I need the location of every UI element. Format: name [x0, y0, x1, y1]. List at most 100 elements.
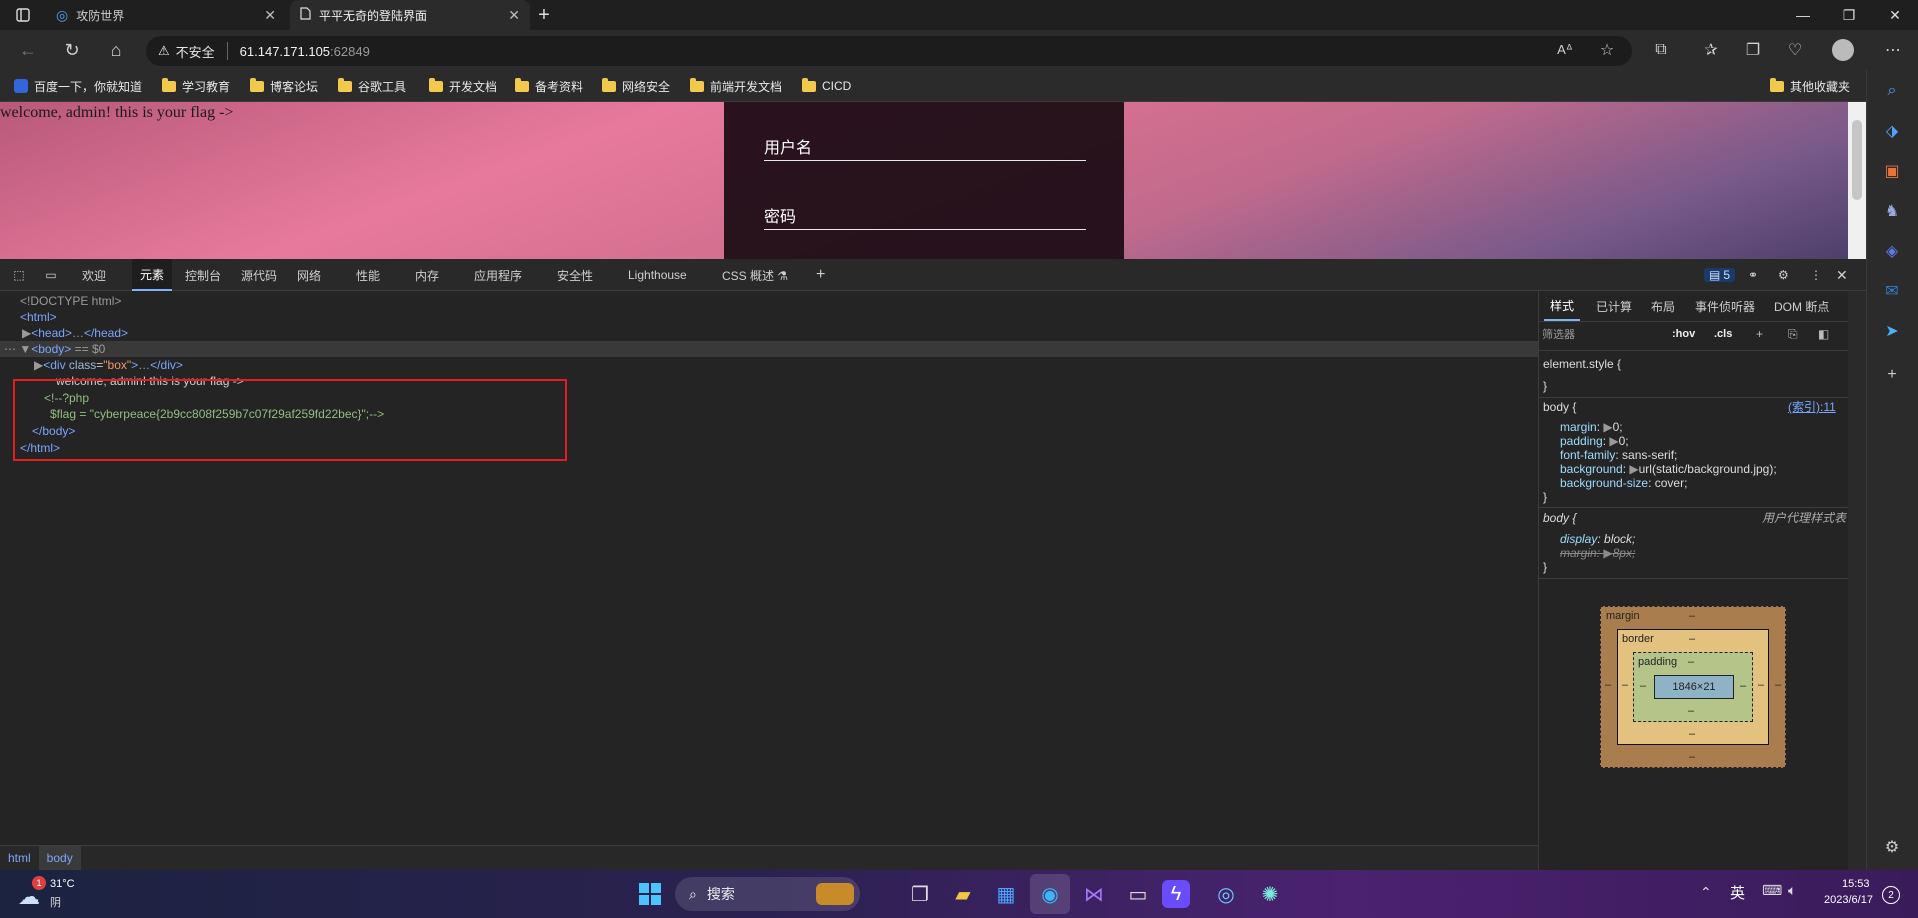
- drop-icon[interactable]: ➤: [1876, 316, 1908, 346]
- favorite-star-icon[interactable]: ☆: [1590, 30, 1624, 70]
- other-bookmarks[interactable]: 其他收藏夹: [1770, 70, 1850, 102]
- security-label[interactable]: 不安全: [176, 42, 215, 61]
- hov-toggle[interactable]: :hov: [1672, 324, 1695, 344]
- tab-event-listeners[interactable]: 事件侦听器: [1695, 291, 1755, 321]
- weather-desc[interactable]: 阴: [50, 894, 61, 910]
- tab-computed[interactable]: 已计算: [1596, 291, 1632, 321]
- expand-triangle-icon[interactable]: ▶: [22, 326, 31, 340]
- new-rule-icon[interactable]: +: [1756, 324, 1763, 344]
- tab-css-overview[interactable]: CSS 概述 ⚗: [722, 259, 788, 291]
- tray-overflow-icon[interactable]: ⌃: [1700, 884, 1712, 901]
- close-devtools-icon[interactable]: ✕: [1836, 259, 1848, 291]
- home-icon[interactable]: ⌂: [96, 30, 136, 70]
- bookmark-folder[interactable]: 学习教育: [162, 70, 230, 102]
- expand-triangle-icon[interactable]: ▶: [1603, 546, 1612, 560]
- tab-network[interactable]: 网络: [297, 259, 321, 291]
- taskbar-search[interactable]: ⌕ 搜索: [675, 877, 860, 911]
- games-icon[interactable]: ♞: [1876, 196, 1908, 226]
- expand-triangle-icon[interactable]: ▶: [34, 358, 43, 372]
- element-style-rule[interactable]: element.style {: [1543, 357, 1621, 371]
- url-host[interactable]: 61.147.171.105: [240, 44, 330, 59]
- clock-date[interactable]: 2023/6/17: [1824, 894, 1873, 906]
- settings-app-icon[interactable]: ✺: [1250, 874, 1290, 914]
- visual-studio-icon[interactable]: ⋈: [1074, 874, 1114, 914]
- bolt-app-icon[interactable]: ϟ: [1162, 880, 1190, 908]
- notification-badge[interactable]: 2: [1882, 886, 1900, 904]
- ime-indicator[interactable]: 英: [1730, 882, 1745, 903]
- sidebar-settings-icon[interactable]: ⚙: [1876, 832, 1908, 862]
- tools-briefcase-icon[interactable]: ▣: [1876, 156, 1908, 186]
- file-explorer-icon[interactable]: ▰: [943, 874, 983, 914]
- collections-icon[interactable]: ❐: [1736, 30, 1770, 70]
- bookmark-baidu[interactable]: 百度一下，你就知道: [14, 70, 142, 102]
- doctype-line[interactable]: <!DOCTYPE html>: [20, 293, 121, 309]
- address-bar[interactable]: ⚠ 不安全 61.147.171.105:62849: [146, 36, 1632, 66]
- tab-console[interactable]: 控制台: [185, 259, 221, 291]
- row-menu-icon[interactable]: ⋯: [4, 342, 16, 356]
- favorites-icon[interactable]: ✰: [1694, 30, 1728, 70]
- outlook-icon[interactable]: ✉: [1876, 276, 1908, 306]
- back-icon[interactable]: ←: [8, 30, 48, 70]
- device-toolbar-icon[interactable]: ▭: [40, 259, 62, 291]
- add-tab-icon[interactable]: +: [816, 259, 825, 291]
- weather-temp[interactable]: 31°C: [50, 878, 75, 890]
- tab-performance[interactable]: 性能: [356, 259, 380, 291]
- selected-node-row[interactable]: [0, 341, 1538, 357]
- tab-actions-icon[interactable]: [8, 0, 38, 30]
- network-icon[interactable]: ⌨: [1762, 882, 1782, 899]
- bookmark-folder[interactable]: 网络安全: [602, 70, 670, 102]
- tab-application[interactable]: 应用程序: [474, 259, 522, 291]
- more-options-icon[interactable]: ⋮: [1810, 259, 1822, 291]
- copilot-icon[interactable]: ◈: [1876, 236, 1908, 266]
- ua-rule-selector[interactable]: body {: [1543, 511, 1576, 525]
- rule-source-link[interactable]: (索引):11: [1788, 400, 1836, 414]
- password-input[interactable]: [764, 229, 1086, 230]
- cls-toggle[interactable]: .cls: [1714, 324, 1732, 344]
- breadcrumb-html[interactable]: html: [0, 846, 39, 870]
- profile-avatar[interactable]: [1826, 30, 1860, 70]
- tab-styles[interactable]: 样式: [1544, 291, 1581, 321]
- styles-scrollbar[interactable]: [1848, 291, 1866, 870]
- terminal-icon[interactable]: ▭: [1118, 874, 1158, 914]
- tab-login[interactable]: 平平无奇的登陆界面 ✕: [290, 0, 530, 30]
- tab-lighthouse[interactable]: Lighthouse: [628, 259, 687, 291]
- more-menu-icon[interactable]: ⋯: [1876, 30, 1910, 70]
- prop-font-family[interactable]: font-family: sans-serif;: [1560, 448, 1677, 462]
- paint-icon[interactable]: ⎘: [1788, 324, 1798, 344]
- weather-widget[interactable]: ☁ 1: [18, 876, 46, 909]
- tab-welcome[interactable]: 欢迎: [82, 259, 106, 291]
- edge-browser-icon[interactable]: ◉: [1030, 874, 1070, 914]
- expand-triangle-icon[interactable]: ▶: [1603, 420, 1612, 434]
- minimize-button[interactable]: —: [1780, 0, 1826, 30]
- tab-elements[interactable]: 元素: [132, 259, 173, 291]
- head-line[interactable]: ▶<head>…</head>: [22, 325, 128, 341]
- prop-margin[interactable]: margin: ▶0;: [1560, 420, 1623, 434]
- clock-time[interactable]: 15:53: [1842, 878, 1870, 890]
- tab-memory[interactable]: 内存: [415, 259, 439, 291]
- bookmark-folder[interactable]: 备考资料: [515, 70, 583, 102]
- close-tab-icon[interactable]: ✕: [508, 7, 520, 24]
- inspect-icon[interactable]: ⬚: [8, 259, 30, 291]
- tab-dom-breakpoints[interactable]: DOM 断点: [1774, 291, 1829, 321]
- prop-background[interactable]: background: ▶url(static/background.jpg);: [1560, 462, 1777, 476]
- issues-badge[interactable]: ▤ 5: [1704, 259, 1736, 291]
- chrome-icon[interactable]: ◎: [1206, 874, 1246, 914]
- shopping-tag-icon[interactable]: ⬗: [1876, 116, 1908, 146]
- body-open-line[interactable]: ⋯ ▼<body> == $0: [4, 341, 105, 357]
- connect-icon[interactable]: ⚭: [1748, 259, 1758, 291]
- warning-icon[interactable]: ⚠: [158, 43, 170, 59]
- breadcrumb-body[interactable]: body: [38, 846, 81, 870]
- read-aloud-icon[interactable]: Aᐞ: [1548, 30, 1582, 70]
- expand-triangle-icon[interactable]: ▶: [1609, 434, 1618, 448]
- bookmark-folder[interactable]: 谷歌工具: [338, 70, 406, 102]
- collapse-triangle-icon[interactable]: ▼: [19, 342, 31, 356]
- body-rule-selector[interactable]: body {: [1543, 400, 1576, 414]
- tab-layout[interactable]: 布局: [1651, 291, 1675, 321]
- settings-gear-icon[interactable]: ⚙: [1778, 259, 1789, 291]
- bookmark-folder[interactable]: CICD: [802, 70, 851, 102]
- store-icon[interactable]: ▦: [986, 874, 1026, 914]
- close-tab-icon[interactable]: ✕: [264, 7, 276, 24]
- add-sidebar-app-icon[interactable]: +: [1876, 360, 1908, 390]
- browser-essentials-icon[interactable]: ♡: [1778, 30, 1812, 70]
- tab-security[interactable]: 安全性: [557, 259, 593, 291]
